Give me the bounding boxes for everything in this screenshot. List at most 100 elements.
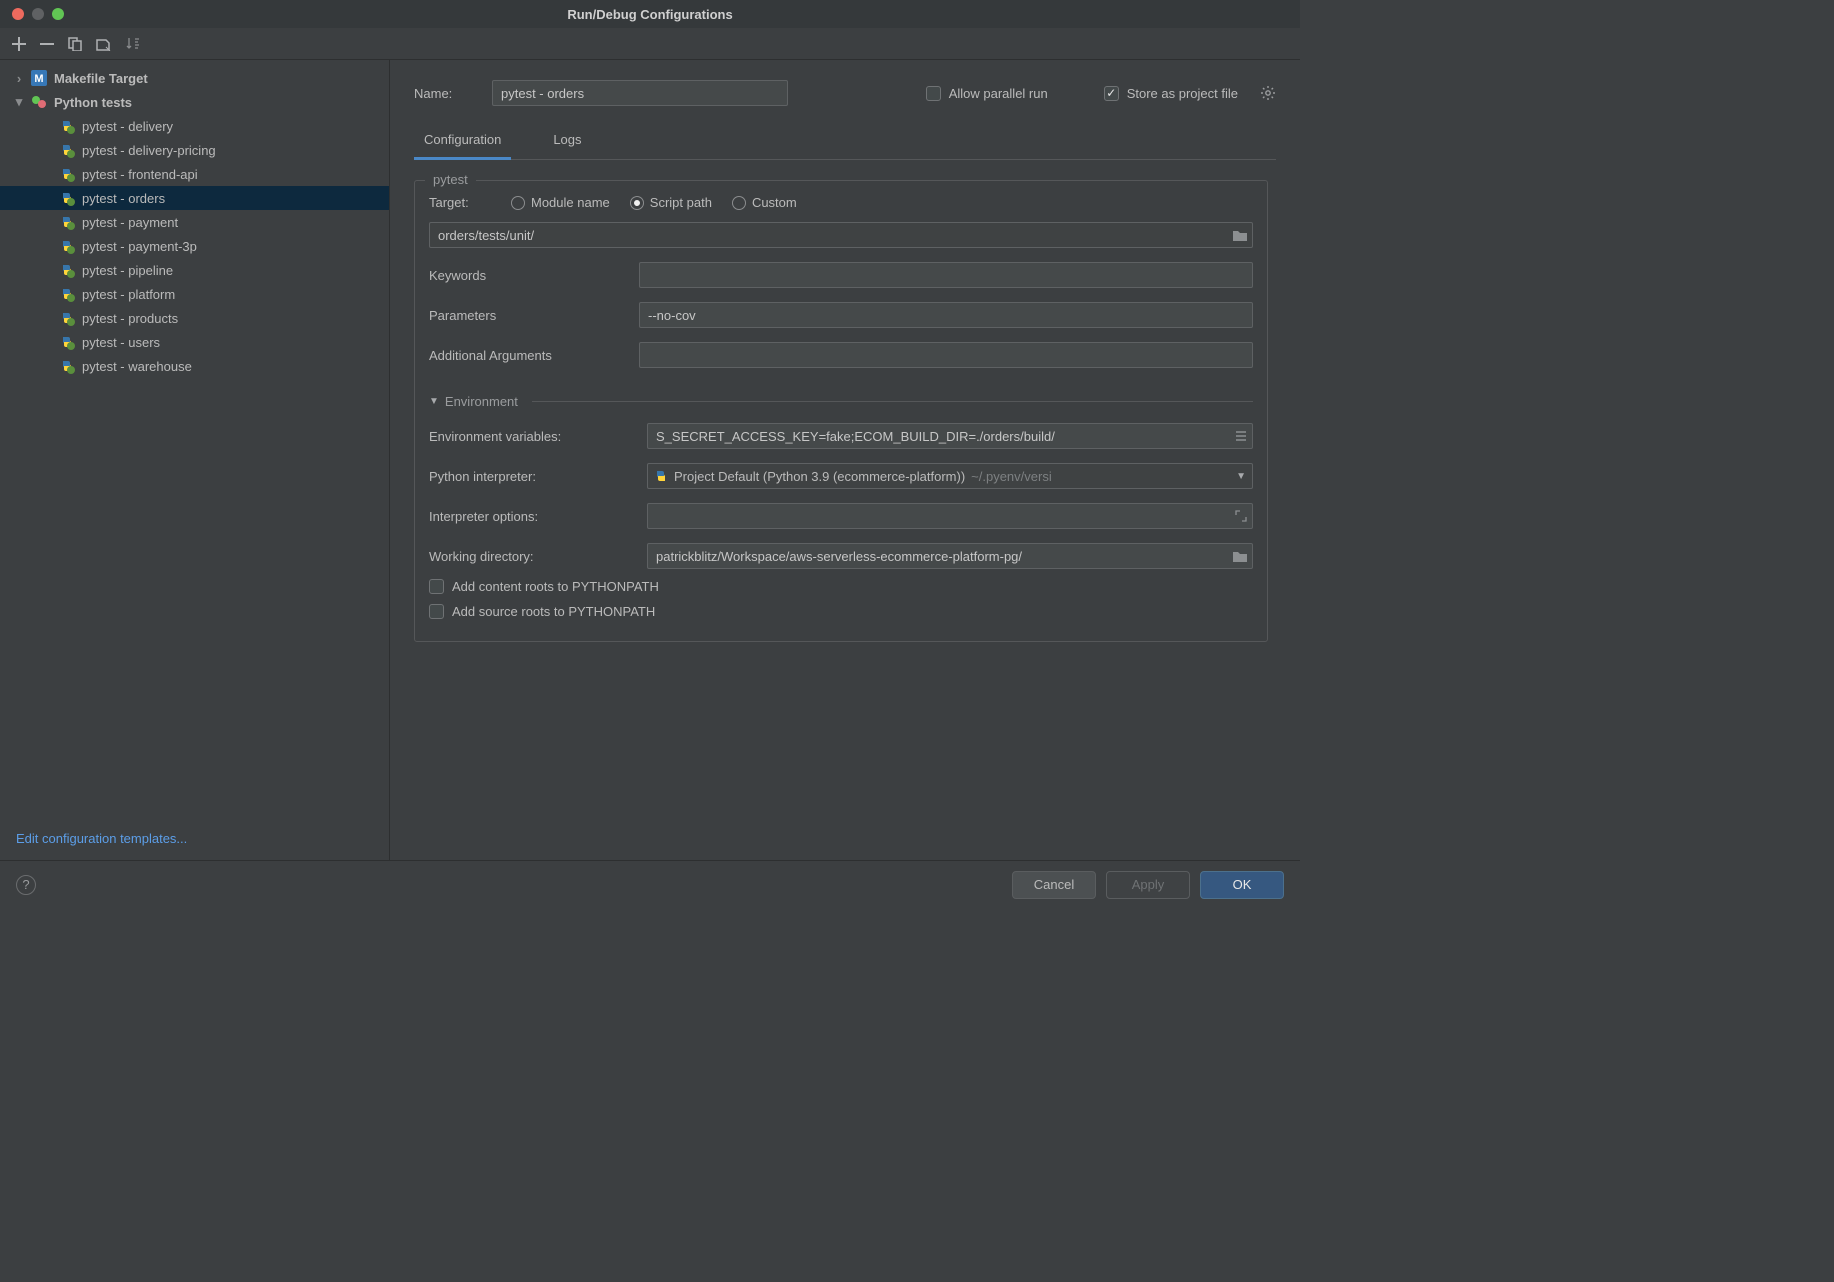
cancel-button[interactable]: Cancel: [1012, 871, 1096, 899]
parameters-input[interactable]: [639, 302, 1253, 328]
configuration-panel: Name: Allow parallel run Store as projec…: [390, 60, 1300, 860]
store-as-project-file-checkbox[interactable]: Store as project file: [1104, 86, 1238, 101]
tree-item-label: pytest - frontend-api: [82, 167, 198, 182]
pytest-icon: [58, 190, 76, 206]
remove-configuration-icon[interactable]: [40, 37, 54, 51]
tree-item-label: pytest - products: [82, 311, 178, 326]
ok-button[interactable]: OK: [1200, 871, 1284, 899]
environment-section-toggle[interactable]: ▼ Environment: [429, 394, 1253, 409]
tree-item[interactable]: pytest - users: [0, 330, 389, 354]
configurations-sidebar: ›MMakefile Target▾Python testspytest - d…: [0, 60, 390, 860]
tree-item-label: pytest - orders: [82, 191, 165, 206]
copy-configuration-icon[interactable]: [68, 37, 82, 51]
maximize-icon[interactable]: [52, 8, 64, 20]
tree-item[interactable]: pytest - delivery-pricing: [0, 138, 389, 162]
help-icon[interactable]: ?: [16, 875, 36, 895]
tree-group-label: Makefile Target: [54, 71, 148, 86]
additional-arguments-input[interactable]: [639, 342, 1253, 368]
gear-icon[interactable]: [1260, 85, 1276, 101]
tree-item-label: pytest - pipeline: [82, 263, 173, 278]
allow-parallel-run-checkbox[interactable]: Allow parallel run: [926, 86, 1048, 101]
target-option[interactable]: Module name: [511, 195, 610, 210]
env-vars-input[interactable]: [647, 423, 1253, 449]
pytests-icon: [30, 94, 48, 110]
add-source-roots-label: Add source roots to PYTHONPATH: [452, 604, 655, 619]
tree-item-label: pytest - payment-3p: [82, 239, 197, 254]
pytest-icon: [58, 358, 76, 374]
pytest-icon: [58, 310, 76, 326]
add-configuration-icon[interactable]: [12, 37, 26, 51]
configurations-tree[interactable]: ›MMakefile Target▾Python testspytest - d…: [0, 60, 389, 817]
save-configuration-icon[interactable]: [96, 37, 112, 51]
target-option-label: Custom: [752, 195, 797, 210]
dialog-footer: ? Cancel Apply OK: [0, 860, 1300, 908]
python-interpreter-path-hint: ~/.pyenv/versi: [971, 469, 1052, 484]
pytest-icon: [58, 262, 76, 278]
tree-item[interactable]: pytest - frontend-api: [0, 162, 389, 186]
tree-item-label: pytest - delivery-pricing: [82, 143, 216, 158]
name-label: Name:: [414, 86, 476, 101]
target-path-input[interactable]: [429, 222, 1253, 248]
window-controls: [0, 8, 64, 20]
working-directory-label: Working directory:: [429, 549, 647, 564]
minimize-icon[interactable]: [32, 8, 44, 20]
config-tabs: Configuration Logs: [414, 128, 1276, 160]
sort-configurations-icon[interactable]: [126, 37, 140, 51]
target-option[interactable]: Script path: [630, 195, 712, 210]
edit-configuration-templates-link[interactable]: Edit configuration templates...: [0, 817, 389, 860]
python-interpreter-dropdown[interactable]: Project Default (Python 3.9 (ecommerce-p…: [647, 463, 1253, 489]
tree-group[interactable]: ›MMakefile Target: [0, 66, 389, 90]
pytest-icon: [58, 286, 76, 302]
svg-text:M: M: [34, 73, 43, 85]
tree-item-label: pytest - platform: [82, 287, 175, 302]
keywords-input[interactable]: [639, 262, 1253, 288]
tree-group[interactable]: ▾Python tests: [0, 90, 389, 114]
window-title: Run/Debug Configurations: [0, 7, 1300, 22]
interpreter-options-label: Interpreter options:: [429, 509, 647, 524]
tab-configuration[interactable]: Configuration: [414, 128, 511, 160]
target-option[interactable]: Custom: [732, 195, 797, 210]
radio-icon: [630, 196, 644, 210]
pytest-group-title: pytest: [425, 172, 476, 187]
tree-item[interactable]: pytest - warehouse: [0, 354, 389, 378]
configuration-body[interactable]: pytest Target: Module name Script path Cus…: [414, 166, 1276, 860]
python-icon: [654, 469, 668, 483]
add-source-roots-checkbox[interactable]: Add source roots to PYTHONPATH: [429, 604, 655, 619]
tree-item-label: pytest - warehouse: [82, 359, 192, 374]
interpreter-options-input[interactable]: [647, 503, 1253, 529]
allow-parallel-run-label: Allow parallel run: [949, 86, 1048, 101]
name-row: Name: Allow parallel run Store as projec…: [414, 80, 1276, 106]
working-directory-input[interactable]: [647, 543, 1253, 569]
pytest-icon: [58, 166, 76, 182]
pytest-group: pytest Target: Module nameScript pathCus…: [414, 180, 1268, 642]
chevron-down-icon: ▼: [1236, 471, 1246, 482]
tree-item[interactable]: pytest - delivery: [0, 114, 389, 138]
store-as-project-file-label: Store as project file: [1127, 86, 1238, 101]
tree-item[interactable]: pytest - payment-3p: [0, 234, 389, 258]
tree-item-label: pytest - users: [82, 335, 160, 350]
tree-item[interactable]: pytest - payment: [0, 210, 389, 234]
makefile-icon: M: [30, 70, 48, 86]
apply-button[interactable]: Apply: [1106, 871, 1190, 899]
additional-arguments-label: Additional Arguments: [429, 348, 639, 363]
target-option-label: Module name: [531, 195, 610, 210]
python-interpreter-label: Python interpreter:: [429, 469, 647, 484]
titlebar: Run/Debug Configurations: [0, 0, 1300, 28]
tree-item-label: pytest - delivery: [82, 119, 173, 134]
tree-item[interactable]: pytest - orders: [0, 186, 389, 210]
tab-logs[interactable]: Logs: [543, 128, 591, 160]
pytest-icon: [58, 238, 76, 254]
add-content-roots-checkbox[interactable]: Add content roots to PYTHONPATH: [429, 579, 659, 594]
target-label: Target:: [429, 195, 493, 210]
sidebar-toolbar: [0, 28, 1300, 60]
name-input[interactable]: [492, 80, 788, 106]
env-vars-label: Environment variables:: [429, 429, 647, 444]
radio-icon: [511, 196, 525, 210]
tree-item[interactable]: pytest - pipeline: [0, 258, 389, 282]
tree-item[interactable]: pytest - platform: [0, 282, 389, 306]
tree-item[interactable]: pytest - products: [0, 306, 389, 330]
tree-item-label: pytest - payment: [82, 215, 178, 230]
add-content-roots-label: Add content roots to PYTHONPATH: [452, 579, 659, 594]
close-icon[interactable]: [12, 8, 24, 20]
pytest-icon: [58, 118, 76, 134]
